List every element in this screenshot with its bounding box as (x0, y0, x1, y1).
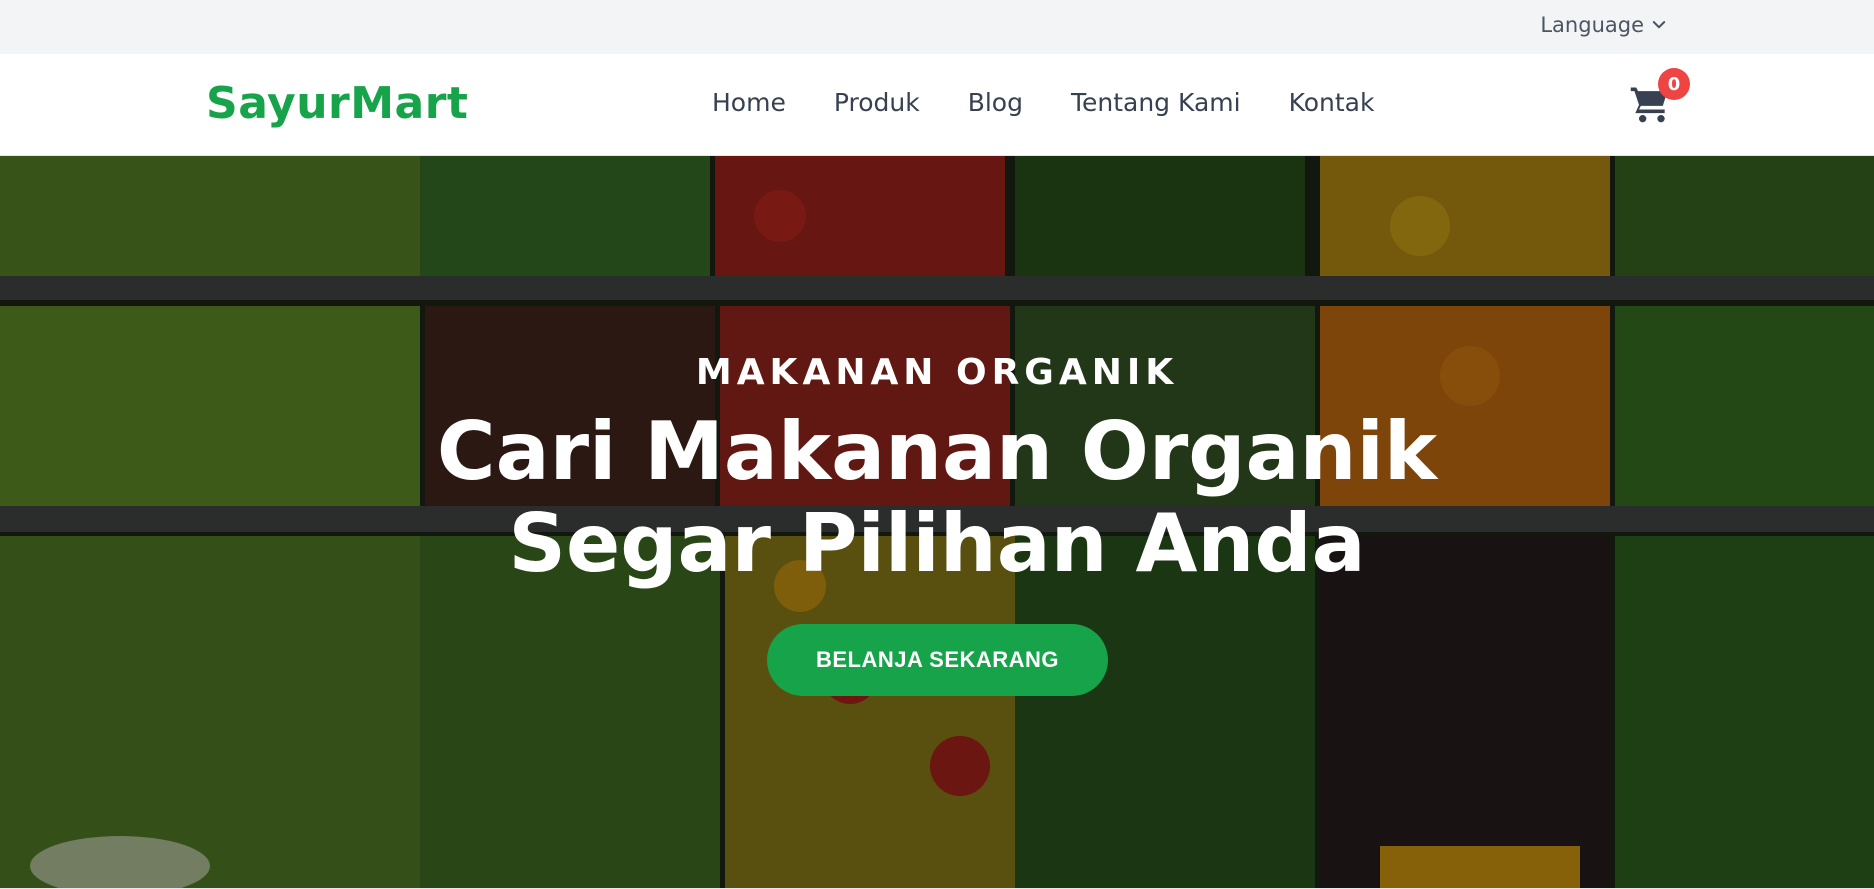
shop-now-button[interactable]: BELANJA SEKARANG (767, 624, 1108, 696)
nav-home[interactable]: Home (712, 88, 786, 117)
nav-kontak[interactable]: Kontak (1289, 88, 1375, 117)
language-label: Language (1540, 13, 1644, 37)
hero-title-line-2: Segar Pilihan Anda (508, 497, 1366, 590)
top-utility-bar: Language (0, 0, 1874, 54)
hero-title-line-1: Cari Makanan Organik (436, 405, 1438, 498)
nav-produk[interactable]: Produk (834, 88, 920, 117)
chevron-down-icon (1652, 21, 1666, 29)
cart-count-badge: 0 (1658, 68, 1690, 100)
nav-blog[interactable]: Blog (968, 88, 1023, 117)
hero-eyebrow: MAKANAN ORGANIK (695, 352, 1179, 393)
nav-tentang-kami[interactable]: Tentang Kami (1071, 88, 1241, 117)
hero-section: MAKANAN ORGANIK Cari Makanan Organik Seg… (0, 156, 1874, 889)
site-header: SayurMart Home Produk Blog Tentang Kami … (0, 54, 1874, 156)
main-nav: Home Produk Blog Tentang Kami Kontak (712, 88, 1374, 117)
site-logo[interactable]: SayurMart (206, 78, 468, 129)
language-selector[interactable]: Language (1540, 13, 1668, 37)
hero-title: Cari Makanan Organik Segar Pilihan Anda (0, 406, 1874, 590)
